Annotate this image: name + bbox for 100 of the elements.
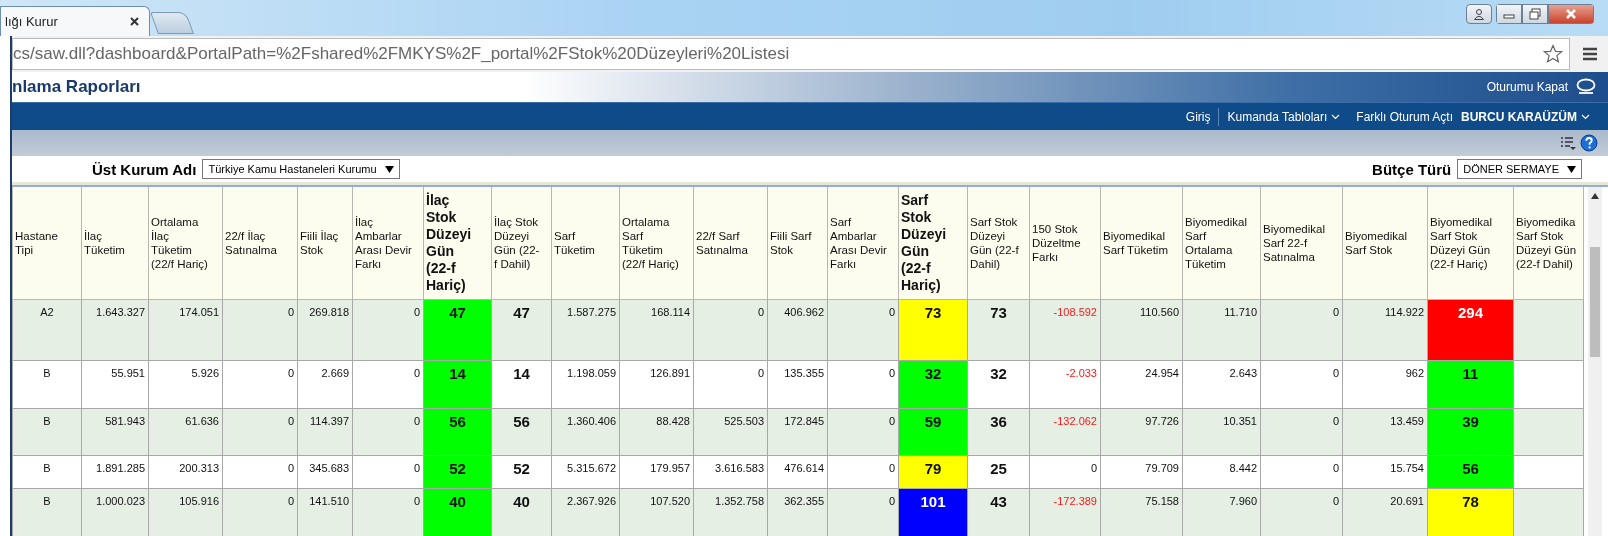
table-cell: 345.683 bbox=[297, 455, 353, 489]
table-cell: 7.960 bbox=[1182, 488, 1261, 536]
table-cell: B bbox=[12, 360, 82, 409]
filter-label: Üst Kurum Adı bbox=[92, 160, 197, 178]
table-cell: 0 bbox=[352, 455, 424, 489]
status-cell: 47 bbox=[423, 299, 492, 361]
column-header: 150 Stok Düzeltme Farkı bbox=[1029, 187, 1101, 300]
table-cell: 97.726 bbox=[1100, 408, 1183, 456]
table-cell: 110.560 bbox=[1100, 299, 1183, 361]
table-cell: 2.669 bbox=[297, 360, 353, 409]
scrollbar[interactable] bbox=[1588, 187, 1602, 536]
close-button[interactable] bbox=[1548, 4, 1594, 24]
table-cell: 172.845 bbox=[767, 408, 828, 456]
table-cell: 36 bbox=[967, 408, 1030, 456]
table-cell: 0 bbox=[352, 360, 424, 409]
help-icon[interactable] bbox=[1580, 134, 1598, 152]
table-cell: 15.754 bbox=[1342, 455, 1428, 489]
nav-link[interactable]: Giriş bbox=[1177, 109, 1219, 124]
table-cell: 1.000.023 bbox=[81, 488, 149, 536]
table-cell: -2.033 bbox=[1029, 360, 1101, 409]
dropdown-field[interactable]: Türkiye Kamu Hastaneleri Kurumu bbox=[202, 159, 400, 179]
table-cell: 0 bbox=[1260, 488, 1343, 536]
table-cell: 56 bbox=[491, 408, 552, 456]
table-cell: 114.922 bbox=[1342, 299, 1428, 361]
table-cell: 0 bbox=[827, 299, 899, 361]
table-cell: 0 bbox=[1029, 455, 1101, 489]
table-cell: 0 bbox=[827, 360, 899, 409]
column-header: Ortalama Sarf Tüketim (22/f Hariç) bbox=[619, 187, 694, 300]
table-cell: 179.957 bbox=[619, 455, 694, 489]
column-header: İlaç Stok Düzeyi Gün (22-f Hariç) bbox=[423, 187, 492, 300]
star-icon[interactable] bbox=[1543, 44, 1563, 64]
table-cell: 0 bbox=[827, 408, 899, 456]
table-cell: 362.355 bbox=[767, 488, 828, 536]
table-cell: 174.051 bbox=[148, 299, 223, 361]
nav-link[interactable]: Kumanda Tabloları bbox=[1219, 109, 1349, 124]
table-cell: 0 bbox=[222, 408, 298, 456]
column-header: İlaç Stok Düzeyi Gün (22-f Dahil) bbox=[491, 187, 552, 300]
table-cell: 0 bbox=[693, 360, 768, 409]
status-cell: 79 bbox=[898, 455, 968, 489]
status-cell: 101 bbox=[898, 488, 968, 536]
table-cell: 105.916 bbox=[148, 488, 223, 536]
table-cell: 1.587.275 bbox=[551, 299, 620, 361]
column-header: Fiili Sarf Stok bbox=[767, 187, 828, 300]
table-cell: 2.643 bbox=[1182, 360, 1261, 409]
scroll-up-icon[interactable] bbox=[1591, 193, 1599, 199]
list-options-icon[interactable] bbox=[1560, 136, 1576, 150]
status-cell: 32 bbox=[898, 360, 968, 409]
table-cell: 24.954 bbox=[1100, 360, 1183, 409]
table-cell: 61.636 bbox=[148, 408, 223, 456]
menu-icon[interactable] bbox=[1582, 46, 1598, 62]
column-header: Biyomedika Sarf Stok Düzeyi Gün (22-f Dahil) bbox=[1513, 187, 1584, 300]
table-cell: 200.313 bbox=[148, 455, 223, 489]
table-cell: 25 bbox=[967, 455, 1030, 489]
table-cell: 1.643.327 bbox=[81, 299, 149, 361]
column-header: Ortalama İlaç Tüketim (22/f Hariç) bbox=[148, 187, 223, 300]
table-cell: B bbox=[12, 408, 82, 456]
table-cell: 0 bbox=[1260, 455, 1343, 489]
status-cell: 52 bbox=[423, 455, 492, 489]
table-cell: B bbox=[12, 488, 82, 536]
maximize-button[interactable] bbox=[1522, 4, 1548, 24]
table-cell: 0 bbox=[222, 299, 298, 361]
column-header: Sarf Stok Düzeyi Gün (22-f Hariç) bbox=[898, 187, 968, 300]
column-header: Biyomedikal Sarf Ortalama Tüketim bbox=[1182, 187, 1261, 300]
dropdown-field[interactable]: DÖNER SERMAYE bbox=[1457, 159, 1582, 179]
table-cell: 79.709 bbox=[1100, 455, 1183, 489]
scrollbar-thumb[interactable] bbox=[1590, 247, 1600, 357]
user-icon[interactable] bbox=[1466, 4, 1492, 24]
table-cell: 0 bbox=[1260, 360, 1343, 409]
column-header: Biyomedikal Sarf Tüketim bbox=[1100, 187, 1183, 300]
table-cell: 2.367.926 bbox=[551, 488, 620, 536]
status-cell: 73 bbox=[898, 299, 968, 361]
table-cell: -172.389 bbox=[1029, 488, 1101, 536]
logout-link[interactable]: Oturumu Kapat bbox=[1486, 80, 1568, 94]
table-cell: 40 bbox=[491, 488, 552, 536]
table-cell: 0 bbox=[222, 360, 298, 409]
table-cell: 0 bbox=[1260, 299, 1343, 361]
table-cell: 476.614 bbox=[767, 455, 828, 489]
minimize-button[interactable] bbox=[1496, 4, 1522, 24]
status-cell: 59 bbox=[898, 408, 968, 456]
table-cell: 126.891 bbox=[619, 360, 694, 409]
table-cell: 168.114 bbox=[619, 299, 694, 361]
table-cell: 962 bbox=[1342, 360, 1428, 409]
table-cell: 135.355 bbox=[767, 360, 828, 409]
table-cell: 5.315.672 bbox=[551, 455, 620, 489]
status-cell: 78 bbox=[1427, 488, 1514, 536]
dropdown-arrow-icon bbox=[1567, 165, 1576, 173]
column-header: Hastane Tipi bbox=[12, 187, 82, 300]
nav-link[interactable]: Farklı Oturum Açtı bbox=[1348, 109, 1461, 124]
table-cell: 406.962 bbox=[767, 299, 828, 361]
user-menu[interactable]: BURCU KARAÜZÜM bbox=[1461, 109, 1598, 124]
browser-tab[interactable]: lığı Kurur bbox=[0, 6, 150, 36]
table-cell: 73 bbox=[967, 299, 1030, 361]
table-cell: -132.062 bbox=[1029, 408, 1101, 456]
close-icon[interactable] bbox=[130, 17, 139, 26]
page-title: nlama Raporları bbox=[12, 77, 142, 97]
table-cell: 1.360.406 bbox=[551, 408, 620, 456]
address-field[interactable]: cs/saw.dll?dashboard&PortalPath=%2Fshared%2FMKYS%2F_portal%2FStok%20Düzeyleri%20Listesi bbox=[12, 38, 1570, 70]
table-cell: 0 bbox=[222, 488, 298, 536]
status-cell: 40 bbox=[423, 488, 492, 536]
table-cell: 114.397 bbox=[297, 408, 353, 456]
